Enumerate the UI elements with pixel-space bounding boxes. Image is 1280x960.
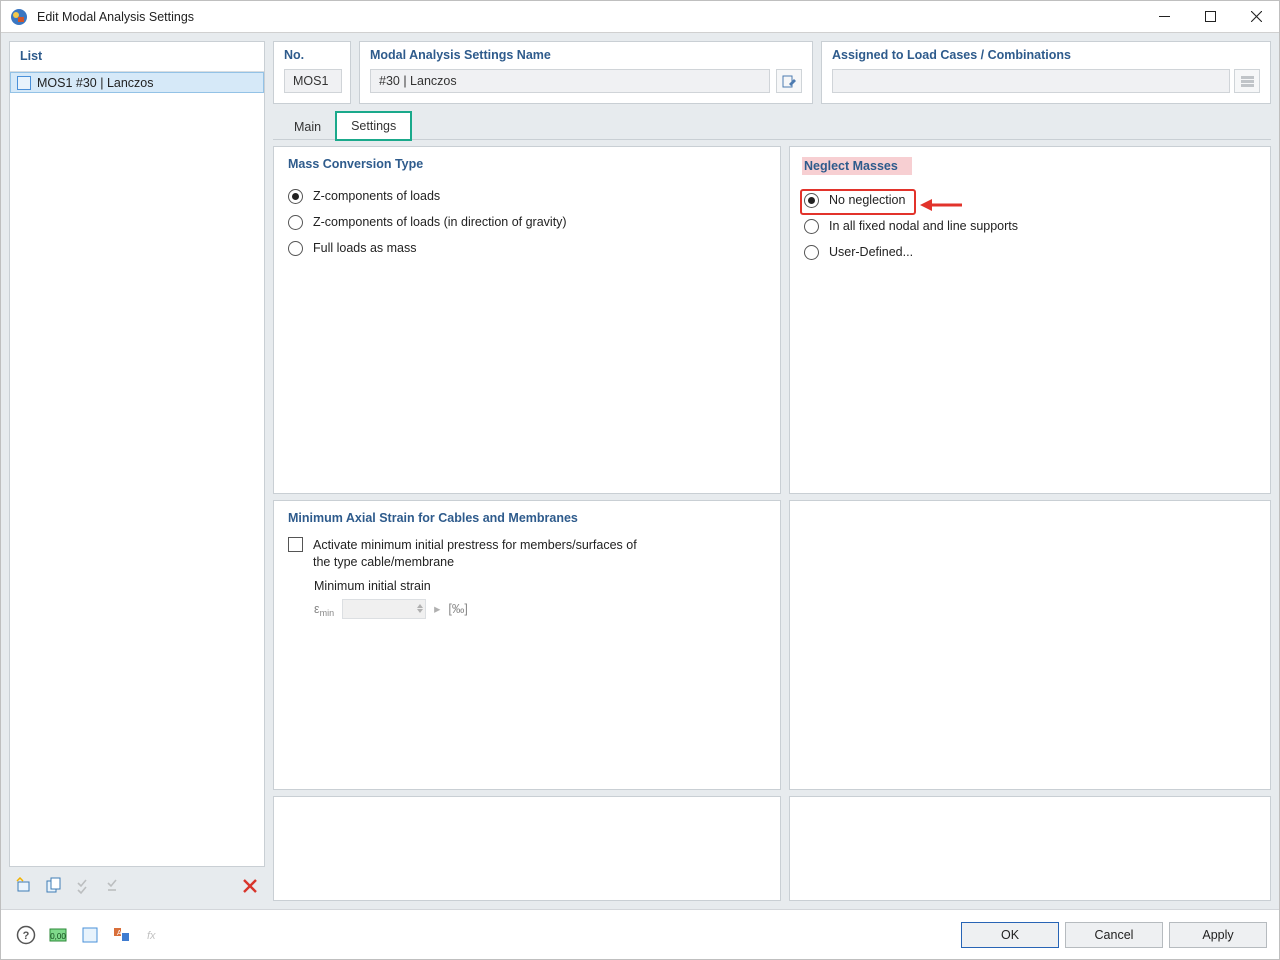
neglect-opt-fixed[interactable]: In all fixed nodal and line supports <box>804 213 1256 239</box>
units-button[interactable]: 0,00 <box>45 922 71 948</box>
assigned-pick-button[interactable] <box>1234 69 1260 93</box>
list-picker-icon <box>1240 74 1255 89</box>
min-strain-card: Minimum Axial Strain for Cables and Memb… <box>273 500 781 790</box>
list-header: List <box>10 42 264 72</box>
help-button[interactable]: ? <box>13 922 39 948</box>
empty-card-bottom-right <box>789 796 1271 901</box>
radio-label: No neglection <box>829 193 905 207</box>
empty-card-right <box>789 500 1271 790</box>
name-value: #30 | Lanczos <box>370 69 770 93</box>
list-panel: List MOS1 #30 | Lanczos <box>9 41 265 867</box>
strain-symbol: εmin <box>314 602 334 616</box>
radio-icon <box>288 189 303 204</box>
ok-button[interactable]: OK <box>961 922 1059 948</box>
mass-opt-full[interactable]: Full loads as mass <box>288 235 766 261</box>
radio-icon <box>804 219 819 234</box>
tab-strip: Main Settings <box>273 110 1271 140</box>
cancel-button[interactable]: Cancel <box>1065 922 1163 948</box>
rename-icon: A <box>112 925 132 945</box>
edit-name-button[interactable] <box>776 69 802 93</box>
color-button[interactable] <box>77 922 103 948</box>
neglect-opt-none[interactable]: No neglection <box>804 187 1256 213</box>
name-label: Modal Analysis Settings Name <box>370 48 802 62</box>
tab-main[interactable]: Main <box>279 113 336 140</box>
close-button[interactable] <box>1233 2 1279 32</box>
radio-label: User-Defined... <box>829 245 913 259</box>
fx-button: fx <box>141 922 167 948</box>
assigned-label: Assigned to Load Cases / Combinations <box>832 48 1260 62</box>
mass-conversion-card: Mass Conversion Type Z-components of loa… <box>273 146 781 494</box>
minimize-button[interactable] <box>1141 2 1187 32</box>
pencil-icon <box>782 74 797 89</box>
list-item[interactable]: MOS1 #30 | Lanczos <box>10 72 264 93</box>
mass-opt-z[interactable]: Z-components of loads <box>288 183 766 209</box>
empty-card-bottom-left <box>273 796 781 901</box>
help-icon: ? <box>16 925 36 945</box>
neglect-title: Neglect Masses <box>802 157 912 175</box>
svg-text:fx: fx <box>147 930 156 942</box>
titlebar: Edit Modal Analysis Settings <box>1 1 1279 33</box>
window-title: Edit Modal Analysis Settings <box>37 10 194 24</box>
radio-icon <box>288 241 303 256</box>
radio-label: Full loads as mass <box>313 241 417 255</box>
mass-conversion-title: Mass Conversion Type <box>288 157 766 171</box>
radio-icon <box>804 193 819 208</box>
svg-text:A: A <box>117 930 122 937</box>
radio-label: In all fixed nodal and line supports <box>829 219 1018 233</box>
uncheck-icon <box>105 877 123 895</box>
dialog-footer: ? 0,00 A fx OK Cancel Apply <box>1 909 1279 959</box>
delete-item-button[interactable] <box>237 873 263 899</box>
list-body[interactable]: MOS1 #30 | Lanczos <box>10 72 264 866</box>
arrow-right-icon: ▸ <box>434 601 440 616</box>
list-toolbar <box>9 867 265 901</box>
fx-icon: fx <box>144 925 164 945</box>
strain-unit: [‰] <box>448 602 467 616</box>
app-icon <box>9 7 29 27</box>
list-item-color-icon <box>17 76 31 90</box>
delete-icon <box>241 877 259 895</box>
check-icon <box>75 877 93 895</box>
radio-label: Z-components of loads (in direction of g… <box>313 215 567 229</box>
tab-settings[interactable]: Settings <box>336 112 411 140</box>
radio-icon <box>804 245 819 260</box>
rename-button[interactable]: A <box>109 922 135 948</box>
checkbox-icon <box>288 537 303 552</box>
apply-button[interactable]: Apply <box>1169 922 1267 948</box>
min-strain-sublabel: Minimum initial strain <box>314 579 766 593</box>
radio-icon <box>288 215 303 230</box>
color-square-icon <box>80 925 100 945</box>
units-icon: 0,00 <box>48 925 68 945</box>
copy-icon <box>45 877 63 895</box>
assigned-value <box>832 69 1230 93</box>
no-label: No. <box>284 48 340 62</box>
name-panel: Modal Analysis Settings Name #30 | Lancz… <box>359 41 813 104</box>
radio-label: Z-components of loads <box>313 189 440 203</box>
min-strain-input <box>342 599 426 619</box>
activate-prestress-checkbox[interactable]: Activate minimum initial prestress for m… <box>288 537 766 571</box>
no-panel: No. MOS1 <box>273 41 351 104</box>
checkbox-label: Activate minimum initial prestress for m… <box>313 537 643 571</box>
check-button <box>71 873 97 899</box>
new-icon <box>15 877 33 895</box>
min-strain-title: Minimum Axial Strain for Cables and Memb… <box>288 511 766 525</box>
uncheck-button <box>101 873 127 899</box>
list-item-label: MOS1 #30 | Lanczos <box>37 76 154 90</box>
neglect-masses-card: Neglect Masses No neglection <box>789 146 1271 494</box>
maximize-button[interactable] <box>1187 2 1233 32</box>
no-value: MOS1 <box>284 69 342 93</box>
neglect-opt-user[interactable]: User-Defined... <box>804 239 1256 265</box>
assigned-panel: Assigned to Load Cases / Combinations <box>821 41 1271 104</box>
copy-item-button[interactable] <box>41 873 67 899</box>
svg-text:?: ? <box>23 930 30 942</box>
mass-opt-z-gravity[interactable]: Z-components of loads (in direction of g… <box>288 209 766 235</box>
new-item-button[interactable] <box>11 873 37 899</box>
svg-text:0,00: 0,00 <box>50 932 66 941</box>
